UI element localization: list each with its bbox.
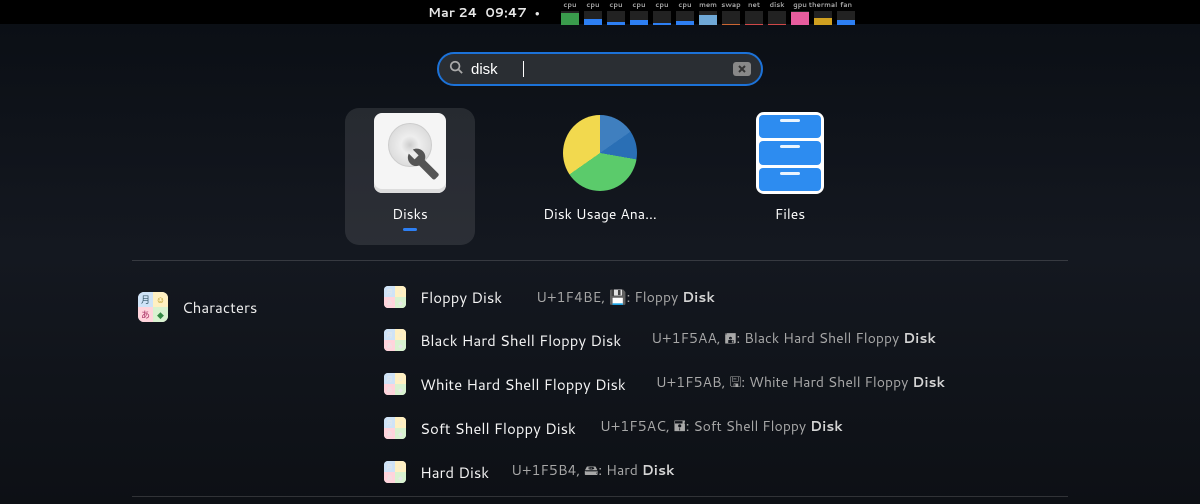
sys-net: net bbox=[744, 0, 764, 25]
characters-title: Characters bbox=[182, 297, 257, 318]
sys-cpu: cpu bbox=[629, 0, 649, 25]
sys-cpu: cpu bbox=[583, 0, 603, 25]
sys-mem: mem bbox=[698, 0, 718, 25]
character-detail: U+1F4BE, 💾: Floppy Disk bbox=[536, 287, 715, 307]
sys-gpu: gpu bbox=[790, 0, 810, 25]
system-monitor[interactable]: cpucpucpucpucpucpumemswapnetdiskgputherm… bbox=[560, 0, 856, 24]
app-label: Files bbox=[775, 204, 805, 224]
top-bar: Mar 24 09:47 ● cpucpucpucpucpucpumemswap… bbox=[0, 0, 1200, 24]
sys-cpu: cpu bbox=[652, 0, 672, 25]
sys-cpu: cpu bbox=[560, 0, 580, 25]
app-results-grid: Disks Disk Usage Ana… Files bbox=[345, 108, 855, 245]
character-name: White Hard Shell Floppy Disk bbox=[420, 374, 626, 395]
sys-thermal: thermal bbox=[813, 0, 833, 25]
search-icon bbox=[449, 59, 463, 79]
character-name: Hard Disk bbox=[420, 462, 489, 483]
character-detail: U+1F5B4, 🖴: Hard Disk bbox=[511, 460, 674, 484]
app-label: Disk Usage Ana… bbox=[543, 204, 657, 224]
date-text: Mar 24 bbox=[428, 4, 478, 22]
character-result[interactable]: 月☺あ◆ Black Hard Shell Floppy Disk U+1F5AA,… bbox=[384, 328, 1068, 352]
characters-header[interactable]: 月 ☺ あ ◆ Characters bbox=[138, 292, 257, 322]
divider bbox=[132, 496, 1068, 497]
characters-app-icon: 月☺あ◆ bbox=[384, 329, 406, 351]
characters-app-icon: 月☺あ◆ bbox=[384, 417, 406, 439]
search-bar[interactable] bbox=[437, 52, 763, 86]
characters-app-icon: 月 ☺ あ ◆ bbox=[138, 292, 168, 322]
time-text: 09:47 bbox=[486, 4, 527, 22]
character-result[interactable]: 月☺あ◆ White Hard Shell Floppy Disk U+1F5AB,… bbox=[384, 372, 1068, 396]
characters-app-icon: 月☺あ◆ bbox=[384, 461, 406, 483]
sys-disk: disk bbox=[767, 0, 787, 25]
sys-swap: swap bbox=[721, 0, 741, 25]
clock[interactable]: Mar 24 09:47 ● bbox=[428, 4, 540, 22]
sys-cpu: cpu bbox=[606, 0, 626, 25]
sys-cpu: cpu bbox=[675, 0, 695, 25]
character-name: Soft Shell Floppy Disk bbox=[420, 418, 576, 439]
search-input[interactable] bbox=[471, 61, 733, 78]
running-indicator-icon bbox=[403, 228, 417, 231]
character-detail: U+1F5AA, 🖪: Black Hard Shell Floppy Disk bbox=[651, 328, 936, 352]
character-name: Black Hard Shell Floppy Disk bbox=[420, 330, 621, 351]
app-label: Disks bbox=[392, 204, 428, 224]
character-result[interactable]: 月☺あ◆ Floppy Disk U+1F4BE, 💾: Floppy Disk bbox=[384, 286, 1068, 308]
divider bbox=[132, 260, 1068, 261]
app-disk-usage-ana-[interactable]: Disk Usage Ana… bbox=[535, 108, 665, 238]
character-result[interactable]: 月☺あ◆ Hard Disk U+1F5B4, 🖴: Hard Disk bbox=[384, 460, 1068, 484]
sys-fan: fan bbox=[836, 0, 856, 25]
clear-search-button[interactable] bbox=[733, 62, 751, 76]
characters-result-list: 月☺あ◆Floppy DiskU+1F4BE, 💾: Floppy Disk月☺… bbox=[384, 286, 1068, 484]
disks-icon bbox=[373, 116, 447, 190]
files-icon bbox=[753, 116, 827, 190]
text-caret bbox=[523, 61, 524, 77]
character-name: Floppy Disk bbox=[420, 287, 502, 308]
character-detail: U+1F5AB, 🖫: White Hard Shell Floppy Disk bbox=[656, 372, 945, 396]
app-disks[interactable]: Disks bbox=[345, 108, 475, 245]
character-detail: U+1F5AC, 🖬: Soft Shell Floppy Disk bbox=[600, 416, 843, 440]
characters-app-icon: 月☺あ◆ bbox=[384, 373, 406, 395]
pie-icon bbox=[563, 116, 637, 190]
character-result[interactable]: 月☺あ◆ Soft Shell Floppy Disk U+1F5AC, 🖬: So… bbox=[384, 416, 1068, 440]
characters-app-icon: 月☺あ◆ bbox=[384, 286, 406, 308]
app-files[interactable]: Files bbox=[725, 108, 855, 238]
notification-dot-icon: ● bbox=[535, 7, 540, 19]
